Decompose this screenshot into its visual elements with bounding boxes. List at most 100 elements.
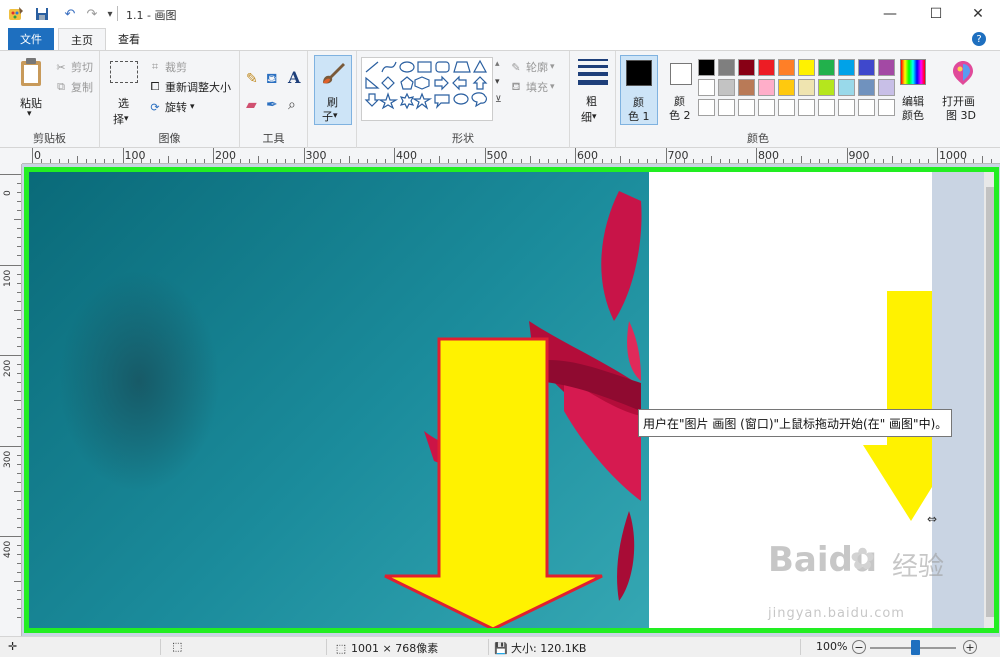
- paste-button[interactable]: 粘贴 ▾: [10, 55, 52, 125]
- scrollbar-thumb[interactable]: [986, 187, 994, 617]
- shapes-scroll-down-icon[interactable]: ▾: [495, 77, 500, 87]
- edit-colors-button[interactable]: 编辑 颜色: [896, 55, 932, 125]
- shapes-scroll-up-icon[interactable]: ▴: [495, 59, 500, 69]
- palette-swatch[interactable]: [738, 59, 755, 76]
- zoom-level: 100%: [816, 640, 848, 653]
- copy-button[interactable]: ⧉ 复制: [54, 79, 93, 95]
- palette-swatch[interactable]: [818, 79, 835, 96]
- ruler-minor-tick: [17, 318, 21, 320]
- custom-color-slot[interactable]: [798, 99, 815, 116]
- palette-swatch[interactable]: [778, 59, 795, 76]
- text-tool-icon[interactable]: A: [288, 68, 300, 87]
- custom-color-slot[interactable]: [758, 99, 775, 116]
- palette-swatch[interactable]: [798, 59, 815, 76]
- ruler-minor-tick: [547, 159, 549, 163]
- tab-file[interactable]: 文件: [8, 28, 54, 50]
- magnifier-icon[interactable]: ⌕: [288, 97, 296, 113]
- custom-color-slot[interactable]: [698, 99, 715, 116]
- outline-button[interactable]: ✎ 轮廓 ▾: [509, 59, 554, 75]
- canvas-white-area[interactable]: [649, 171, 958, 629]
- palette-swatch[interactable]: [718, 79, 735, 96]
- fill-button[interactable]: ⛾ 填充 ▾: [509, 79, 555, 95]
- custom-color-slot[interactable]: [738, 99, 755, 116]
- select-button[interactable]: 选 择 ▾: [108, 59, 140, 126]
- ruler-minor-tick: [339, 159, 341, 163]
- palette-swatch[interactable]: [838, 59, 855, 76]
- zoom-slider-thumb[interactable]: [911, 640, 920, 655]
- ruler-minor-tick: [837, 159, 839, 163]
- pencil-icon[interactable]: ✎: [246, 71, 258, 87]
- custom-color-slot[interactable]: [818, 99, 835, 116]
- fill-bucket-icon[interactable]: ⛾: [266, 71, 277, 89]
- custom-color-slot[interactable]: [718, 99, 735, 116]
- ruler-minor-tick: [203, 159, 205, 163]
- palette-swatch[interactable]: [878, 79, 895, 96]
- ruler-minor-tick: [584, 159, 586, 163]
- palette-swatch[interactable]: [838, 79, 855, 96]
- palette-swatch[interactable]: [798, 79, 815, 96]
- palette-swatch[interactable]: [698, 79, 715, 96]
- ruler-minor-tick: [982, 156, 984, 163]
- ruler-minor-tick: [593, 159, 595, 163]
- zoom-out-button[interactable]: −: [852, 640, 866, 654]
- palette-swatch[interactable]: [758, 59, 775, 76]
- custom-color-slot[interactable]: [838, 99, 855, 116]
- help-icon[interactable]: ?: [972, 32, 986, 46]
- color1-button[interactable]: 颜 色 1: [620, 55, 658, 125]
- palette-swatch[interactable]: [878, 59, 895, 76]
- ruler-minor-tick: [267, 159, 269, 163]
- minimize-button[interactable]: —: [868, 0, 912, 28]
- ruler-minor-tick: [792, 159, 794, 163]
- open-paint3d-button[interactable]: 打开画 图 3D: [940, 55, 988, 125]
- ruler-major-tick: [303, 148, 305, 163]
- ruler-minor-tick: [366, 159, 368, 163]
- ruler-minor-tick: [249, 159, 251, 163]
- color2-swatch: [670, 63, 692, 85]
- tab-home[interactable]: 主页: [58, 28, 106, 50]
- color-picker-icon[interactable]: ✒: [266, 97, 278, 113]
- cut-button[interactable]: ✂ 剪切: [54, 59, 93, 75]
- ruler-minor-tick: [14, 490, 21, 492]
- close-button[interactable]: ✕: [956, 0, 1000, 28]
- ruler-minor-tick: [276, 159, 278, 163]
- palette-swatch[interactable]: [858, 59, 875, 76]
- rotate-button[interactable]: ⟳ 旋转 ▾: [148, 99, 194, 115]
- eraser-icon[interactable]: ▰: [246, 97, 257, 113]
- color2-button[interactable]: 颜 色 2: [662, 55, 700, 125]
- palette-swatch[interactable]: [858, 79, 875, 96]
- ruler-minor-tick: [17, 526, 21, 528]
- customize-quick-access-icon[interactable]: ▾: [102, 6, 118, 22]
- custom-color-slot[interactable]: [858, 99, 875, 116]
- ruler-minor-tick: [819, 159, 821, 163]
- palette-swatch[interactable]: [758, 79, 775, 96]
- brushes-button[interactable]: 刷 子 ▾: [314, 55, 352, 125]
- palette-swatch[interactable]: [698, 59, 715, 76]
- crop-button[interactable]: ⌗ 裁剪: [148, 59, 187, 75]
- ruler-minor-tick: [565, 159, 567, 163]
- ruler-major-tick: [756, 148, 757, 163]
- ruler-minor-tick: [801, 156, 803, 163]
- palette-swatch[interactable]: [778, 79, 795, 96]
- palette-swatch[interactable]: [818, 59, 835, 76]
- palette-swatch[interactable]: [718, 59, 735, 76]
- ruler-minor-tick: [520, 159, 522, 163]
- custom-color-slot[interactable]: [778, 99, 795, 116]
- ruler-minor-tick: [17, 391, 21, 393]
- shapes-expand-icon[interactable]: ⊻: [495, 95, 502, 105]
- ruler-label: 900: [848, 149, 870, 162]
- undo-icon[interactable]: ↶: [62, 6, 78, 22]
- palette-swatch[interactable]: [738, 79, 755, 96]
- shapes-gallery[interactable]: [361, 57, 493, 121]
- redo-icon[interactable]: ↷: [84, 6, 100, 22]
- vertical-scrollbar[interactable]: [984, 171, 996, 629]
- rotate-icon: ⟳: [150, 100, 160, 114]
- size-button[interactable]: 粗 细 ▾: [574, 57, 612, 127]
- tab-view[interactable]: 查看: [106, 28, 152, 50]
- zoom-in-button[interactable]: +: [963, 640, 977, 654]
- save-icon[interactable]: [34, 6, 50, 22]
- resize-button[interactable]: ⧠ 重新调整大小: [148, 79, 231, 95]
- canvas-image[interactable]: [29, 171, 649, 629]
- maximize-button[interactable]: ☐: [914, 0, 958, 28]
- ruler-minor-tick: [321, 159, 323, 163]
- custom-color-slot[interactable]: [878, 99, 895, 116]
